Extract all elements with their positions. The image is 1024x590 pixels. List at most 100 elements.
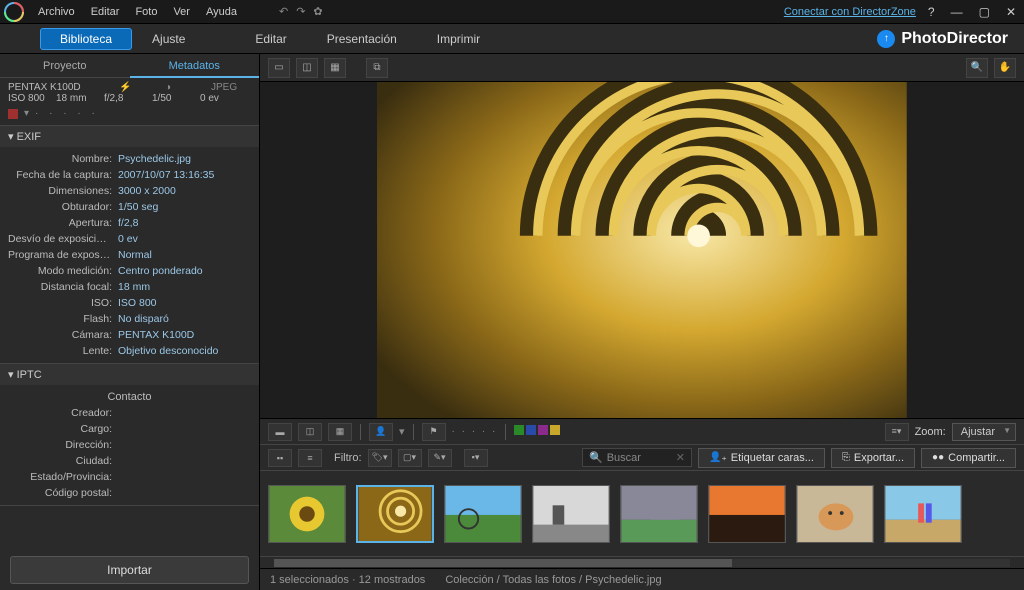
thumbnail[interactable]: [268, 485, 346, 543]
rating-filter-dots[interactable]: · · · · ·: [452, 426, 498, 437]
zoom-tool-icon[interactable]: 🔍: [966, 58, 988, 78]
sort-icon[interactable]: ≡▾: [885, 423, 909, 441]
menu-ver[interactable]: Ver: [165, 6, 198, 18]
exif-panel-header[interactable]: ▾ EXIF: [0, 126, 259, 147]
exif-value: Normal: [118, 248, 251, 262]
thumb-large-icon[interactable]: ≡: [298, 449, 322, 467]
exif-label: Dimensiones:: [8, 184, 118, 198]
thumbnail-strip: [260, 470, 1024, 556]
menu-archivo[interactable]: Archivo: [30, 6, 83, 18]
tab-proyecto[interactable]: Proyecto: [0, 54, 130, 78]
thumbnail[interactable]: [796, 485, 874, 543]
export-button[interactable]: ⎘Exportar...: [831, 448, 915, 468]
thumbnail[interactable]: [532, 485, 610, 543]
face-tag-icon[interactable]: 👤: [369, 423, 393, 441]
filter-color-icon[interactable]: ▪▾: [464, 449, 488, 467]
iptc-panel-header[interactable]: ▾ IPTC: [0, 364, 259, 385]
thumbnail[interactable]: [620, 485, 698, 543]
maximize-icon[interactable]: ▢: [975, 5, 994, 19]
thumbnail[interactable]: [356, 485, 434, 543]
tag-faces-button[interactable]: 👤₊Etiquetar caras...: [698, 448, 825, 468]
clear-search-icon[interactable]: ✕: [676, 451, 685, 464]
menu-ayuda[interactable]: Ayuda: [198, 6, 245, 18]
help-icon[interactable]: ?: [924, 5, 939, 19]
image-preview[interactable]: [260, 82, 1024, 418]
filter-flag-icon[interactable]: ▢▾: [398, 449, 422, 467]
camera-shutter: 1/50: [152, 93, 192, 104]
selection-status: 1 seleccionados · 12 mostrados: [270, 574, 425, 586]
exif-label: Nombre:: [8, 152, 118, 166]
mode-biblioteca[interactable]: Biblioteca: [40, 28, 132, 50]
zoom-select[interactable]: Ajustar: [952, 423, 1016, 441]
mode-ajuste[interactable]: Ajuste: [132, 28, 205, 50]
exif-row: ISO:ISO 800: [8, 295, 251, 311]
scrollbar-handle[interactable]: [274, 559, 732, 567]
filter-tag-icon[interactable]: 🏷▾: [368, 449, 392, 467]
mode-presentacion[interactable]: Presentación: [307, 28, 417, 50]
thumbnail[interactable]: [884, 485, 962, 543]
thumbnail-scrollbar[interactable]: [260, 556, 1024, 568]
mode-editar[interactable]: Editar: [235, 28, 306, 50]
thumbnail[interactable]: [444, 485, 522, 543]
thumbnail[interactable]: [708, 485, 786, 543]
preview-spiral-image: [377, 82, 907, 418]
search-input[interactable]: 🔍 Buscar ✕: [582, 448, 692, 467]
person-plus-icon: 👤₊: [709, 452, 727, 463]
iptc-value[interactable]: [118, 422, 251, 436]
camera-ev: 0 ev: [200, 93, 240, 104]
view-grid-icon[interactable]: ▦: [324, 58, 346, 78]
thumb-small-icon[interactable]: ▪▪: [268, 449, 292, 467]
color-filter-chip[interactable]: [538, 425, 548, 435]
camera-model: PENTAX K100D: [8, 82, 108, 93]
iptc-label: Código postal:: [8, 486, 118, 500]
exif-label: ISO:: [8, 296, 118, 310]
view-dual-monitor-icon[interactable]: ⧉: [366, 58, 388, 78]
iptc-row: Cargo:: [8, 421, 251, 437]
tab-metadatos[interactable]: Metadatos: [130, 54, 260, 78]
filter-brush-icon[interactable]: ✎▾: [428, 449, 452, 467]
close-icon[interactable]: ✕: [1002, 5, 1020, 19]
iptc-row: Dirección:: [8, 437, 251, 453]
color-filter-chip[interactable]: [514, 425, 524, 435]
exif-label: Desvío de exposición :: [8, 232, 118, 246]
filter-bar: ▪▪ ≡ Filtro: 🏷▾ ▢▾ ✎▾ ▪▾ 🔍 Buscar ✕ 👤₊Et…: [260, 444, 1024, 470]
layout-1-icon[interactable]: ▬: [268, 423, 292, 441]
pan-tool-icon[interactable]: ✋: [994, 58, 1016, 78]
flash-icon: ⚡: [119, 82, 159, 93]
iptc-value[interactable]: [118, 470, 251, 484]
color-filter-chip[interactable]: [550, 425, 560, 435]
flag-icon[interactable]: ⚑: [422, 423, 446, 441]
camera-info-strip: PENTAX K100D ⚡ ◑ JPEG ISO 800 18 mm f/2,…: [0, 78, 259, 126]
exif-label: Flash:: [8, 312, 118, 326]
iptc-label: Creador:: [8, 406, 118, 420]
face-dropdown-icon[interactable]: ▾: [399, 425, 405, 438]
color-filter-chip[interactable]: [526, 425, 536, 435]
status-bar: 1 seleccionados · 12 mostrados Colección…: [260, 568, 1024, 590]
exif-label: Distancia focal:: [8, 280, 118, 294]
gear-icon[interactable]: ✿: [309, 5, 326, 18]
undo-icon[interactable]: ↶: [275, 5, 292, 18]
view-compare-icon[interactable]: ◫: [296, 58, 318, 78]
import-button[interactable]: Importar: [10, 556, 249, 584]
view-single-icon[interactable]: ▭: [268, 58, 290, 78]
menu-editar[interactable]: Editar: [83, 6, 128, 18]
share-button[interactable]: ●●Compartir...: [921, 448, 1016, 468]
rating-dots[interactable]: · · · · ·: [35, 108, 99, 119]
mode-imprimir[interactable]: Imprimir: [417, 28, 500, 50]
color-dropdown-icon[interactable]: ▾: [24, 108, 29, 119]
exif-row: Desvío de exposición :0 ev: [8, 231, 251, 247]
iptc-value[interactable]: [118, 406, 251, 420]
redo-icon[interactable]: ↷: [292, 5, 309, 18]
minimize-icon[interactable]: —: [947, 5, 967, 19]
iptc-value[interactable]: [118, 486, 251, 500]
layout-2-icon[interactable]: ◫: [298, 423, 322, 441]
iptc-value[interactable]: [118, 438, 251, 452]
iptc-label: Cargo:: [8, 422, 118, 436]
mode-bar: Biblioteca Ajuste Editar Presentación Im…: [0, 24, 1024, 54]
color-label-swatch[interactable]: [8, 109, 18, 119]
exif-value: 3000 x 2000: [118, 184, 251, 198]
directorzone-link[interactable]: Conectar con DirectorZone: [784, 6, 916, 18]
layout-3-icon[interactable]: ▦: [328, 423, 352, 441]
menu-foto[interactable]: Foto: [127, 6, 165, 18]
iptc-value[interactable]: [118, 454, 251, 468]
